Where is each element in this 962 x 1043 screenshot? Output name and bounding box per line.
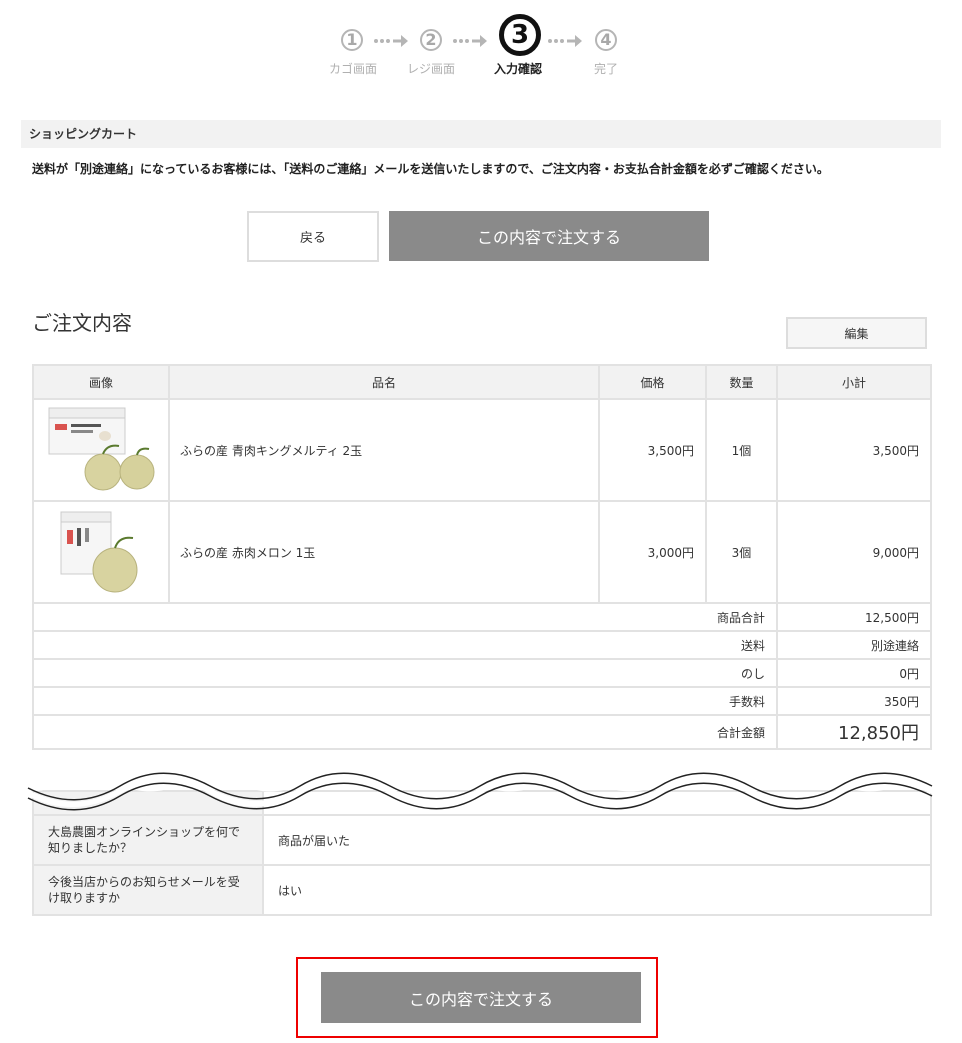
table-row: ふらの産 青肉キングメルティ 2玉 3,500円 1個 3,500円 (32, 398, 932, 502)
product-name: ふらの産 赤肉メロン 1玉 (168, 500, 600, 604)
survey-answer: 商品が届いた (262, 814, 932, 866)
summary-row: 商品合計 12,500円 (32, 602, 932, 632)
product-subtotal: 9,000円 (776, 500, 932, 604)
fee-label: 手数料 (32, 686, 778, 716)
shipping-label: 送料 (32, 630, 778, 660)
step-4-label: 完了 (594, 62, 619, 76)
shipping-notice: 送料が「別途連絡」になっているお客様には、「送料のご連絡」メールを送信いたします… (32, 162, 829, 176)
place-order-button-top[interactable]: この内容で注文する (389, 211, 709, 261)
product-price: 3,500円 (598, 398, 707, 502)
header-image: 画像 (32, 364, 170, 400)
grand-total-label: 合計金額 (32, 714, 778, 750)
step-2-label: レジ画面 (407, 62, 456, 76)
survey-answer: はい (262, 864, 932, 916)
table-header-row: 画像 品名 価格 数量 小計 (32, 364, 932, 400)
goods-total-value: 12,500円 (776, 602, 932, 632)
edit-button[interactable]: 編集 (786, 317, 927, 349)
omission-wave (0, 770, 962, 811)
melon-box-image (60, 511, 138, 592)
product-name: ふらの産 青肉キングメルティ 2玉 (168, 398, 600, 502)
step-arrow-icon (374, 35, 408, 47)
table-row: 大島農園オンラインショップを何で知りましたか？ 商品が届いた (32, 814, 932, 866)
order-details-title: ご注文内容 (32, 311, 132, 335)
grand-total-value: 12,850円 (776, 714, 932, 750)
header-price: 価格 (598, 364, 707, 400)
step-3-number: 3 (499, 14, 541, 56)
survey-question: 大島農園オンラインショップを何で知りましたか？ (32, 814, 264, 866)
summary-row: のし 0円 (32, 658, 932, 688)
header-qty: 数量 (705, 364, 778, 400)
place-order-button-bottom[interactable]: この内容で注文する (321, 972, 641, 1023)
goods-total-label: 商品合計 (32, 602, 778, 632)
header-subtotal: 小計 (776, 364, 932, 400)
product-image-cell (32, 398, 170, 502)
step-3-label: 入力確認 (494, 62, 543, 76)
summary-row: 送料 別途連絡 (32, 630, 932, 660)
order-table: 画像 品名 価格 数量 小計 ふらの産 青肉キングメルティ 2玉 3,500円 … (32, 364, 932, 750)
table-row: ふらの産 赤肉メロン 1玉 3,000円 3個 9,000円 (32, 500, 932, 604)
header-name: 品名 (168, 364, 600, 400)
step-1-number: 1 (341, 29, 363, 51)
survey-question: 今後当店からのお知らせメールを受け取りますか (32, 864, 264, 916)
product-subtotal: 3,500円 (776, 398, 932, 502)
summary-row: 手数料 350円 (32, 686, 932, 716)
product-image-cell (32, 500, 170, 604)
step-1-label: カゴ画面 (329, 62, 378, 76)
fee-value: 350円 (776, 686, 932, 716)
product-qty: 1個 (705, 398, 778, 502)
summary-row: 合計金額 12,850円 (32, 714, 932, 750)
step-arrow-icon (453, 35, 487, 47)
product-price: 3,000円 (598, 500, 707, 604)
noshi-label: のし (32, 658, 778, 688)
noshi-value: 0円 (776, 658, 932, 688)
section-title: ショッピングカート (21, 120, 941, 148)
shipping-value: 別途連絡 (776, 630, 932, 660)
back-button[interactable]: 戻る (247, 211, 379, 262)
step-arrow-icon (548, 35, 582, 47)
step-4-number: 4 (595, 29, 617, 51)
product-qty: 3個 (705, 500, 778, 604)
table-row: 今後当店からのお知らせメールを受け取りますか はい (32, 864, 932, 916)
melon-box-image (48, 407, 155, 490)
step-2-number: 2 (420, 29, 442, 51)
